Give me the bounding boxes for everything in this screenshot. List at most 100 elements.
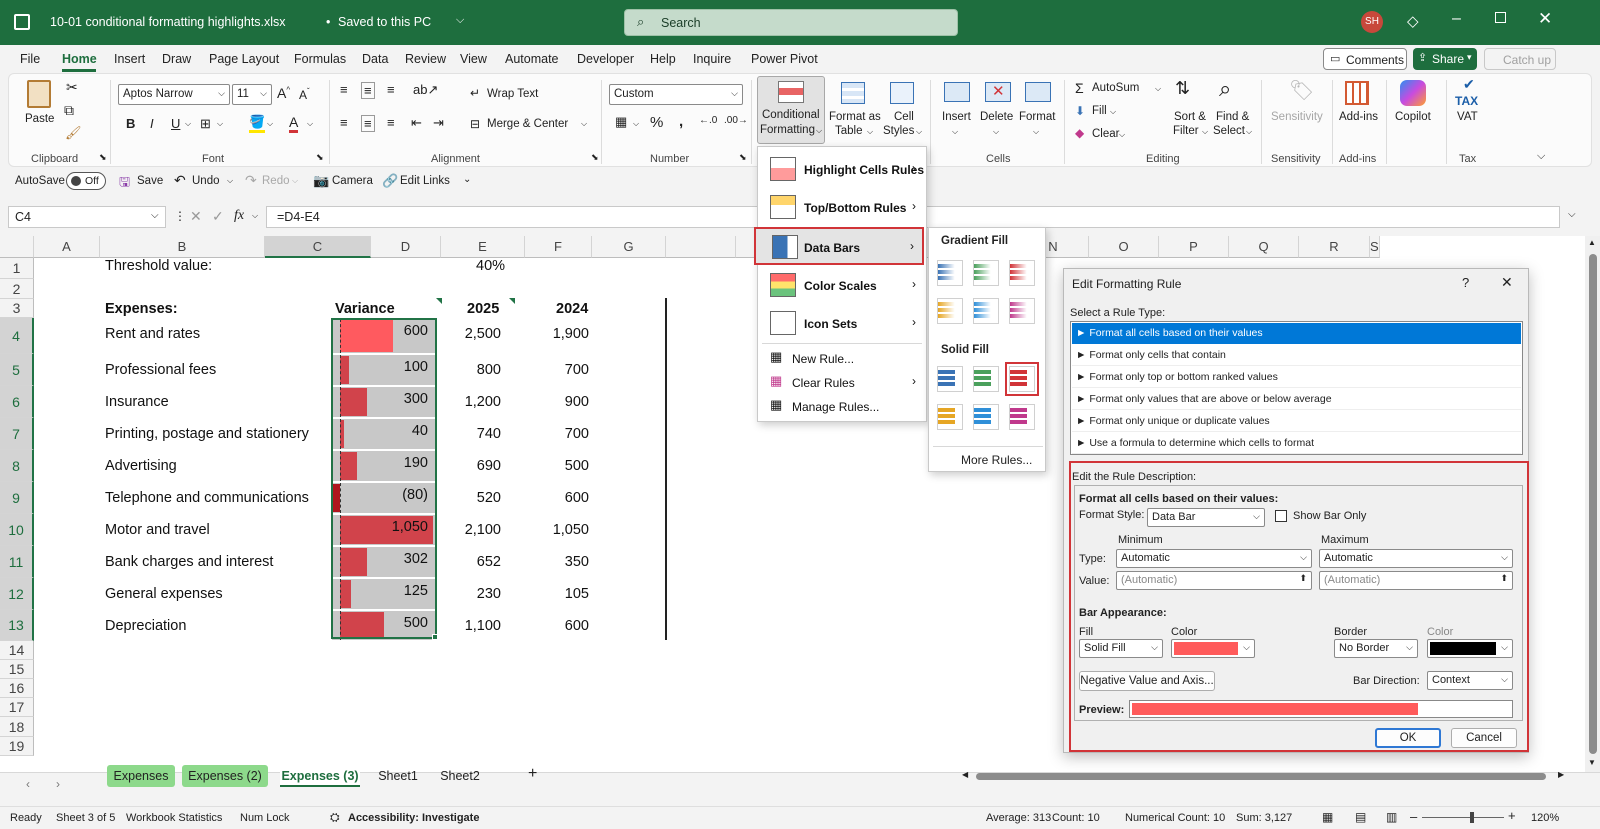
insert-function-icon[interactable]: fx xyxy=(234,208,244,224)
minimum-type-combo[interactable]: Automatic ⌵ xyxy=(1116,549,1312,568)
solid-fill-option[interactable] xyxy=(1009,404,1035,430)
expense-label[interactable]: Printing, postage and stationery xyxy=(105,426,309,442)
find-select-label-1[interactable]: Find & xyxy=(1216,111,1249,123)
zoom-in-icon[interactable]: + xyxy=(1508,808,1516,823)
menu-item-highlight-cells-rules[interactable]: Highlight Cells Rules › xyxy=(758,151,926,187)
sort-filter-icon[interactable]: ⇅ xyxy=(1175,78,1190,99)
gradient-fill-option[interactable] xyxy=(973,298,999,324)
menu-draw[interactable]: Draw xyxy=(162,52,191,66)
indent-increase-icon[interactable]: ⇥ xyxy=(433,115,444,131)
minimum-value-input[interactable]: (Automatic) ⬆ xyxy=(1116,571,1312,590)
menu-developer[interactable]: Developer xyxy=(577,52,634,66)
bar-direction-combo[interactable]: Context ⌵ xyxy=(1427,671,1513,690)
help-button[interactable]: ? xyxy=(1462,275,1469,290)
sheet-tab-expenses[interactable]: Expenses xyxy=(107,765,175,787)
chevron-down-icon[interactable]: ⌵ xyxy=(867,127,873,137)
column-header[interactable]: C xyxy=(265,236,371,258)
paste-icon[interactable] xyxy=(27,80,51,108)
align-center-icon[interactable]: ≡ xyxy=(361,115,375,132)
menu-file[interactable]: File xyxy=(20,52,40,66)
menu-review[interactable]: Review xyxy=(405,52,446,66)
solid-fill-option[interactable] xyxy=(973,366,999,392)
expense-label[interactable]: Rent and rates xyxy=(105,326,200,342)
chevron-down-icon[interactable]: ⌵ xyxy=(307,119,313,129)
year-2025-value[interactable]: 690 xyxy=(437,458,501,474)
column-header[interactable]: B xyxy=(100,236,265,258)
autosum-icon[interactable]: Σ xyxy=(1075,80,1084,96)
format-cells-button[interactable]: Format xyxy=(1019,111,1055,123)
year-2025-value[interactable]: 1,100 xyxy=(437,618,501,634)
rule-type-item[interactable]: ► Format only cells that contain xyxy=(1072,345,1521,366)
vat-check-icon[interactable]: ✔ xyxy=(1463,76,1475,93)
column-header[interactable]: O xyxy=(1089,236,1159,258)
percent-icon[interactable]: % xyxy=(650,114,663,131)
edit-links-button[interactable]: Edit Links xyxy=(400,175,450,187)
chevron-down-icon[interactable]: ⌵ xyxy=(1202,127,1208,137)
format-as-table-icon[interactable] xyxy=(841,82,865,104)
chevron-down-icon[interactable]: ⌵ xyxy=(916,127,922,137)
column-header[interactable] xyxy=(666,236,736,258)
sort-filter-label-2[interactable]: Filter xyxy=(1173,125,1199,137)
zoom-slider-thumb[interactable] xyxy=(1470,812,1474,823)
align-top-icon[interactable]: ≡ xyxy=(340,82,348,97)
row-header[interactable]: 14 xyxy=(0,641,34,660)
rule-type-item[interactable]: ► Format all cells based on their values xyxy=(1072,323,1521,344)
rule-type-item[interactable]: ► Format only top or bottom ranked value… xyxy=(1072,367,1521,388)
maximum-value-input[interactable]: (Automatic) ⬆ xyxy=(1319,571,1513,590)
align-bottom-icon[interactable]: ≡ xyxy=(387,82,395,97)
menu-formulas[interactable]: Formulas xyxy=(294,52,346,66)
expense-label[interactable]: Insurance xyxy=(105,394,169,410)
row-header[interactable]: 15 xyxy=(0,660,34,679)
camera-icon[interactable]: 📷 xyxy=(313,173,329,189)
sheet-tab-expenses-2[interactable]: Expenses (2) xyxy=(182,765,268,787)
vat-button[interactable]: VAT xyxy=(1457,111,1478,123)
year-2025-header[interactable]: 2025 xyxy=(467,301,499,317)
zoom-slider[interactable] xyxy=(1422,812,1504,823)
chevron-down-icon[interactable]: ⌵ xyxy=(1110,107,1116,117)
sheet-tab-sheet2[interactable]: Sheet2 xyxy=(432,765,488,787)
row-header[interactable]: 8 xyxy=(0,450,34,482)
year-2024-value[interactable]: 600 xyxy=(510,618,589,634)
menu-page-layout[interactable]: Page Layout xyxy=(209,52,279,66)
menu-data[interactable]: Data xyxy=(362,52,388,66)
column-header[interactable]: P xyxy=(1159,236,1229,258)
decrease-font-icon[interactable]: Aˇ xyxy=(299,87,310,102)
cancel-button[interactable]: Cancel xyxy=(1451,728,1517,748)
gradient-fill-option[interactable] xyxy=(973,260,999,286)
close-icon[interactable]: ✕ xyxy=(1538,9,1552,29)
chevron-down-icon[interactable]: ⌵ xyxy=(993,127,999,137)
row-header[interactable]: 16 xyxy=(0,679,34,698)
merge-center-button[interactable]: Merge & Center xyxy=(487,118,568,130)
chevron-down-icon[interactable]: ⌵ xyxy=(1033,127,1039,137)
column-header[interactable]: A xyxy=(34,236,100,258)
align-left-icon[interactable]: ≡ xyxy=(340,115,348,130)
year-2025-value[interactable]: 230 xyxy=(437,586,501,602)
orientation-icon[interactable]: ab↗ xyxy=(413,82,438,98)
catch-up-button[interactable]: Catch up xyxy=(1484,48,1556,70)
scroll-thumb[interactable] xyxy=(1589,254,1597,754)
menu-view[interactable]: View xyxy=(460,52,487,66)
year-2025-value[interactable]: 2,100 xyxy=(437,522,501,538)
normal-view-icon[interactable]: ▦ xyxy=(1322,810,1333,824)
chevron-down-icon[interactable]: ⌵ xyxy=(952,127,958,137)
row-header[interactable]: 7 xyxy=(0,418,34,450)
comma-icon[interactable]: , xyxy=(679,113,683,130)
year-2025-value[interactable]: 652 xyxy=(437,554,501,570)
gradient-fill-option[interactable] xyxy=(937,260,963,286)
delete-cells-button[interactable]: Delete xyxy=(980,111,1013,123)
cell-styles-icon[interactable] xyxy=(890,82,914,104)
font-color-icon[interactable]: A xyxy=(289,114,299,133)
add-sheet-icon[interactable]: + xyxy=(528,765,537,783)
status-accessibility[interactable]: Accessibility: Investigate xyxy=(348,812,479,824)
scroll-right-icon[interactable]: ▶ xyxy=(1558,770,1564,779)
expense-label[interactable]: Professional fees xyxy=(105,362,216,378)
row-header[interactable]: 9 xyxy=(0,482,34,514)
expense-label[interactable]: Telephone and communications xyxy=(105,490,309,506)
collapse-ribbon-icon[interactable]: ⌵ xyxy=(1537,150,1545,163)
chevron-down-icon[interactable]: ⌵ xyxy=(633,119,639,129)
year-2024-value[interactable]: 700 xyxy=(510,426,589,442)
vertical-scrollbar[interactable]: ▲ ▼ xyxy=(1585,236,1600,772)
format-painter-icon[interactable]: 🖌 xyxy=(65,125,82,141)
save-button[interactable]: Save xyxy=(137,175,163,187)
row-header[interactable]: 17 xyxy=(0,698,34,717)
